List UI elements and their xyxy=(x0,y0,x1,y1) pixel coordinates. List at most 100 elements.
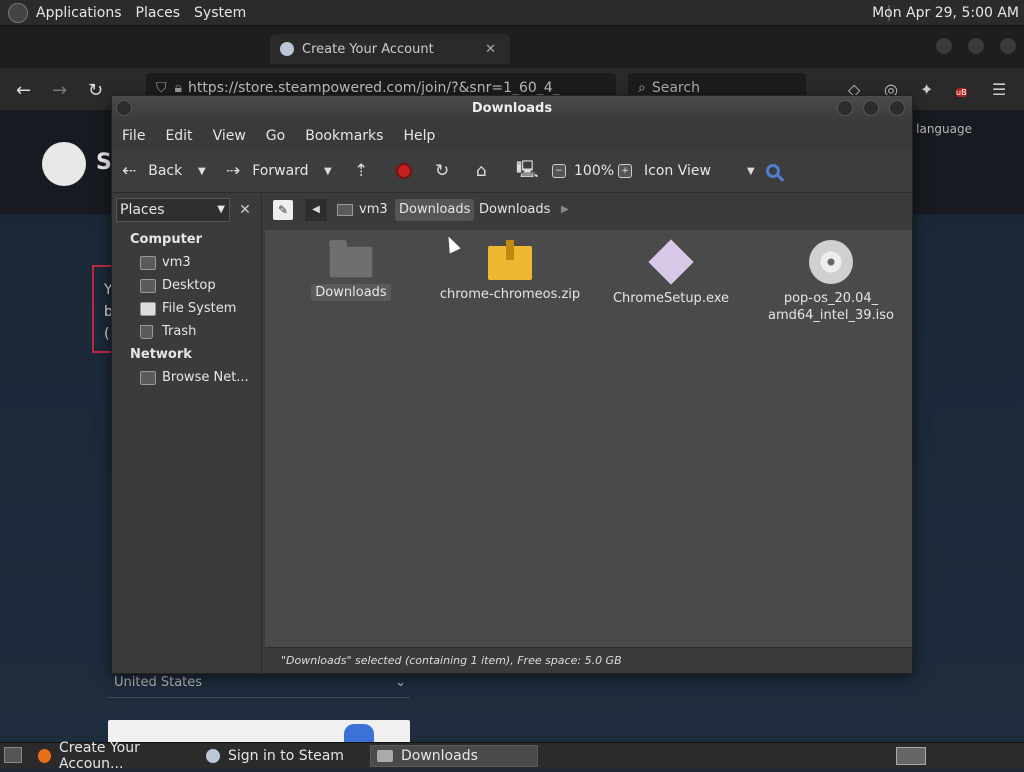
forward-button[interactable]: ⇢ Forward xyxy=(226,150,309,192)
steam-logo-text: S xyxy=(96,150,112,175)
file-name: ChromeSetup.exe xyxy=(612,291,730,306)
browser-minimize-button[interactable] xyxy=(936,38,952,54)
browser-tab-active[interactable]: Create Your Account ✕ xyxy=(270,34,510,64)
breadcrumb-scroll-left[interactable]: ◀ xyxy=(305,199,327,221)
breadcrumb-scroll-right[interactable]: ▶ xyxy=(561,199,569,221)
fm-close-button[interactable] xyxy=(889,100,905,116)
reload-button[interactable]: ↻ xyxy=(435,150,449,192)
window-menu-button[interactable] xyxy=(116,100,132,116)
forward-label: Forward xyxy=(252,163,309,179)
browser-close-button[interactable] xyxy=(1000,38,1016,54)
disc-image-icon xyxy=(809,240,853,284)
sidebar-item-file-system[interactable]: File System xyxy=(140,301,236,316)
zoom-level: 100% xyxy=(574,150,614,192)
up-arrow-icon: ⇡ xyxy=(354,161,369,181)
firefox-icon xyxy=(38,749,51,763)
triangle-down-icon: ▼ xyxy=(746,165,755,177)
search-button[interactable] xyxy=(766,150,780,192)
taskbar-item-label: Sign in to Steam xyxy=(228,748,344,764)
sidebar-mode-select[interactable]: Places ▼ xyxy=(116,198,230,222)
search-icon: ⌕ xyxy=(638,80,646,96)
menu-file[interactable]: File xyxy=(112,128,155,144)
fm-maximize-button[interactable] xyxy=(863,100,879,116)
breadcrumb-downloads-child[interactable]: Downloads xyxy=(475,199,554,221)
back-history-dropdown[interactable]: ▼ xyxy=(198,150,206,192)
home-folder-icon: ⌂ xyxy=(476,161,487,181)
menu-view[interactable]: View xyxy=(203,128,256,144)
edit-location-icon[interactable]: ✎ xyxy=(273,200,293,220)
system-menu[interactable]: System xyxy=(194,5,246,21)
lock-icon: 🔒︎ xyxy=(174,80,182,96)
sidebar-item-vm3[interactable]: vm3 xyxy=(140,255,191,270)
view-mode-select[interactable]: Icon View ▼ xyxy=(644,150,755,192)
fm-titlebar[interactable]: Downloads xyxy=(112,96,912,122)
sidebar-item-label: Trash xyxy=(162,324,197,339)
ublock-icon[interactable]: uB xyxy=(956,80,967,100)
browser-maximize-button[interactable] xyxy=(968,38,984,54)
file-name: pop-os_20.04_ amd64_intel_39.iso xyxy=(751,290,911,324)
sidebar-item-label: Browse Net... xyxy=(162,370,249,385)
zoom-out-button[interactable]: − xyxy=(552,150,566,192)
menu-bookmarks[interactable]: Bookmarks xyxy=(295,128,393,144)
sidebar-item-browse-network[interactable]: Browse Net... xyxy=(140,370,249,385)
file-item-chromesetup-exe[interactable]: ChromeSetup.exe xyxy=(591,239,751,307)
forward-arrow-icon[interactable]: → xyxy=(52,80,67,101)
executable-icon xyxy=(648,239,694,285)
sidebar-close-icon[interactable]: ✕ xyxy=(233,198,257,222)
file-name-line-2: amd64_intel_39.iso xyxy=(768,308,894,323)
sidebar-section-network: Network xyxy=(130,347,192,362)
trash-icon xyxy=(140,324,153,339)
breadcrumb-downloads-current[interactable]: Downloads xyxy=(395,199,475,221)
taskbar-item-browser[interactable]: Create Your Accoun... xyxy=(32,740,198,772)
top-panel: Applications Places System Mon Apr 29, 5… xyxy=(0,0,1024,26)
home-folder-icon xyxy=(140,255,156,270)
status-bar: "Downloads" selected (containing 1 item)… xyxy=(265,647,912,673)
archive-icon xyxy=(488,240,532,280)
back-arrow-icon[interactable]: ← xyxy=(16,80,31,101)
reload-icon[interactable]: ↻ xyxy=(88,80,103,101)
menu-help[interactable]: Help xyxy=(393,128,445,144)
back-button[interactable]: ⇠ Back xyxy=(122,150,182,192)
browser-tab-inactive[interactable] xyxy=(40,34,260,64)
workspace-switcher[interactable] xyxy=(896,747,926,765)
menu-go[interactable]: Go xyxy=(256,128,295,144)
back-label: Back xyxy=(148,163,183,179)
hamburger-menu-icon[interactable]: ☰ xyxy=(992,80,1006,99)
forward-arrow-icon: ⇢ xyxy=(226,161,241,181)
file-item-popos-iso[interactable]: pop-os_20.04_ amd64_intel_39.iso xyxy=(751,240,911,324)
sidebar-item-desktop[interactable]: Desktop xyxy=(140,278,216,293)
breadcrumb-vm3[interactable]: vm3 xyxy=(333,199,392,221)
triangle-down-icon: ▼ xyxy=(198,165,206,177)
taskbar-item-steam[interactable]: Sign in to Steam xyxy=(200,745,366,767)
fm-minimize-button[interactable] xyxy=(837,100,853,116)
stop-button[interactable] xyxy=(396,150,412,192)
fm-title: Downloads xyxy=(471,101,553,116)
extensions-icon[interactable]: ✦ xyxy=(920,80,933,99)
tab-title: Create Your Account xyxy=(302,41,434,57)
system-logo-icon[interactable] xyxy=(8,2,28,23)
up-button[interactable]: ⇡ xyxy=(354,150,368,192)
menu-edit[interactable]: Edit xyxy=(155,128,202,144)
back-arrow-icon: ⇠ xyxy=(122,161,137,181)
file-name: Downloads xyxy=(311,284,391,301)
fm-toolbar: ⇠ Back ▼ ⇢ Forward ▼ ⇡ ↻ ⌂ 🖳︎ − 100% + I… xyxy=(112,150,912,193)
icon-view[interactable]: Downloads chrome-chromeos.zip ChromeSetu… xyxy=(265,230,912,647)
taskbar-item-downloads[interactable]: Downloads xyxy=(370,745,538,767)
computer-button[interactable]: 🖳︎ xyxy=(516,150,539,192)
steam-icon xyxy=(206,749,220,763)
sidebar-item-trash[interactable]: Trash xyxy=(140,324,196,339)
search-placeholder: Search xyxy=(651,80,700,96)
language-dropdown[interactable]: language xyxy=(916,122,972,136)
file-item-downloads-folder[interactable]: Downloads xyxy=(271,240,431,301)
computer-icon: 🖳︎ xyxy=(516,159,539,180)
zoom-in-button[interactable]: + xyxy=(618,150,632,192)
sidebar-item-label: File System xyxy=(162,301,237,316)
steam-logo-icon[interactable] xyxy=(42,142,86,186)
show-desktop-icon[interactable] xyxy=(4,747,22,763)
clock[interactable]: Mon Apr 29, 5:00 AM xyxy=(872,5,1019,21)
forward-history-dropdown[interactable]: ▼ xyxy=(324,150,332,192)
applications-menu[interactable]: Applications xyxy=(36,5,122,21)
home-button[interactable]: ⌂ xyxy=(476,150,487,192)
places-menu[interactable]: Places xyxy=(136,5,181,21)
tab-close-icon[interactable]: ✕ xyxy=(485,42,496,57)
